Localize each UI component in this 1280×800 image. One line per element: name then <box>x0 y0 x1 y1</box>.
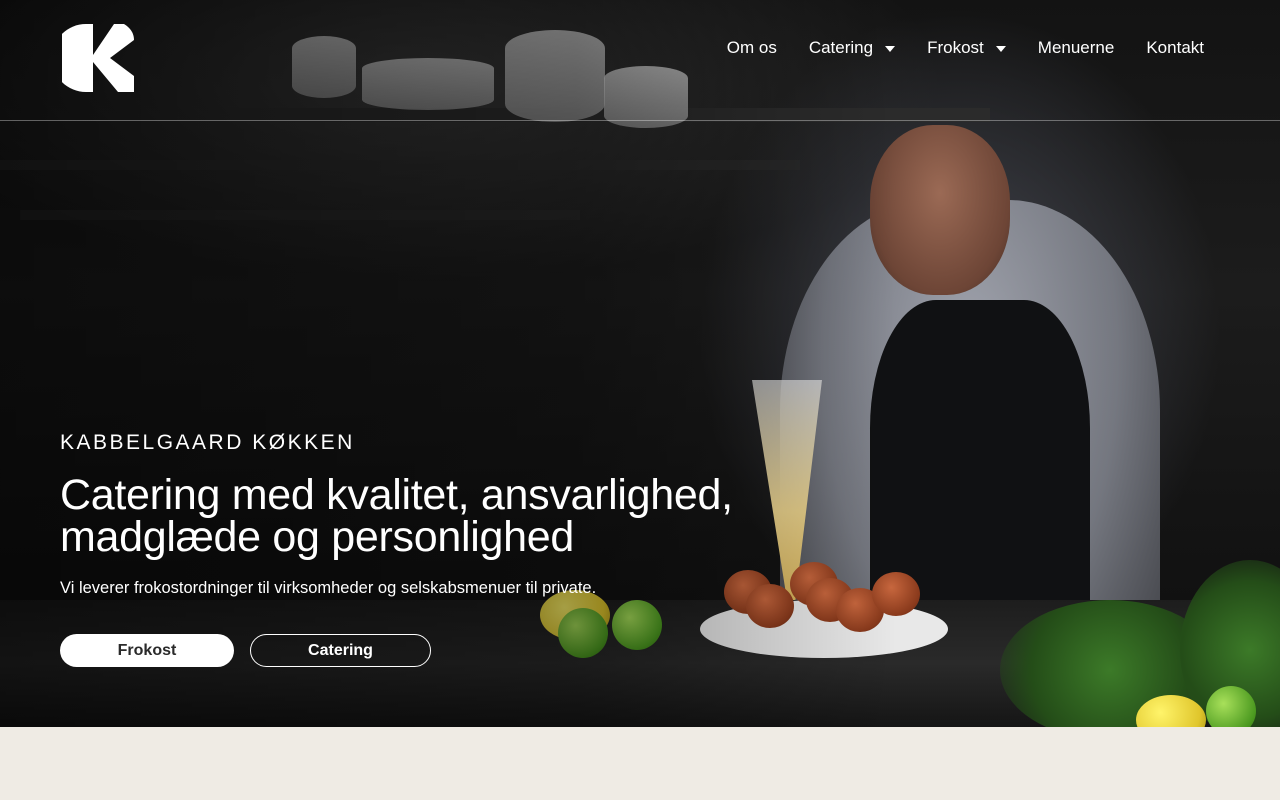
nav-item-kontakt[interactable]: Kontakt <box>1146 38 1204 58</box>
main-nav: Om os Catering Frokost Menuerne Kontakt <box>727 36 1204 60</box>
nav-item-om-os[interactable]: Om os <box>727 38 777 58</box>
hero-subtext: Vi leverer frokostordninger til virksomh… <box>60 579 597 597</box>
nav-item-label: Om os <box>726 38 777 57</box>
nav-item-label: Menuerne <box>1037 38 1115 57</box>
hero-buttons: Frokost Catering <box>60 634 431 667</box>
frokost-button[interactable]: Frokost <box>60 634 234 667</box>
nav-item-label: Catering <box>808 38 874 57</box>
hero-kicker: KABBELGAARD KØKKEN <box>60 431 355 454</box>
hero-headline-line-2: madglæde og personlighed <box>60 513 574 561</box>
hero-headline: Catering med kvalitet, ansvarlighed, mad… <box>60 471 820 561</box>
nav-item-frokost[interactable]: Frokost <box>927 38 1006 58</box>
hero-content: KABBELGAARD KØKKEN Catering med kvalitet… <box>60 428 820 600</box>
nav-item-label: Frokost <box>927 38 984 57</box>
logo-icon <box>52 24 134 92</box>
k-monogram-logo[interactable] <box>52 22 134 94</box>
caret-down-icon[interactable] <box>885 46 896 52</box>
hero-headline-line-1: Catering med kvalitet, ansvarlighed, <box>60 471 733 519</box>
page-body-section <box>0 727 1280 800</box>
catering-button[interactable]: Catering <box>250 634 431 667</box>
nav-item-label: Kontakt <box>1146 38 1204 57</box>
caret-down-icon[interactable] <box>995 46 1006 52</box>
nav-item-catering[interactable]: Catering <box>808 38 896 58</box>
nav-item-menuerne[interactable]: Menuerne <box>1038 38 1115 58</box>
site-header: Om os Catering Frokost Menuerne Kontakt <box>0 0 1280 121</box>
